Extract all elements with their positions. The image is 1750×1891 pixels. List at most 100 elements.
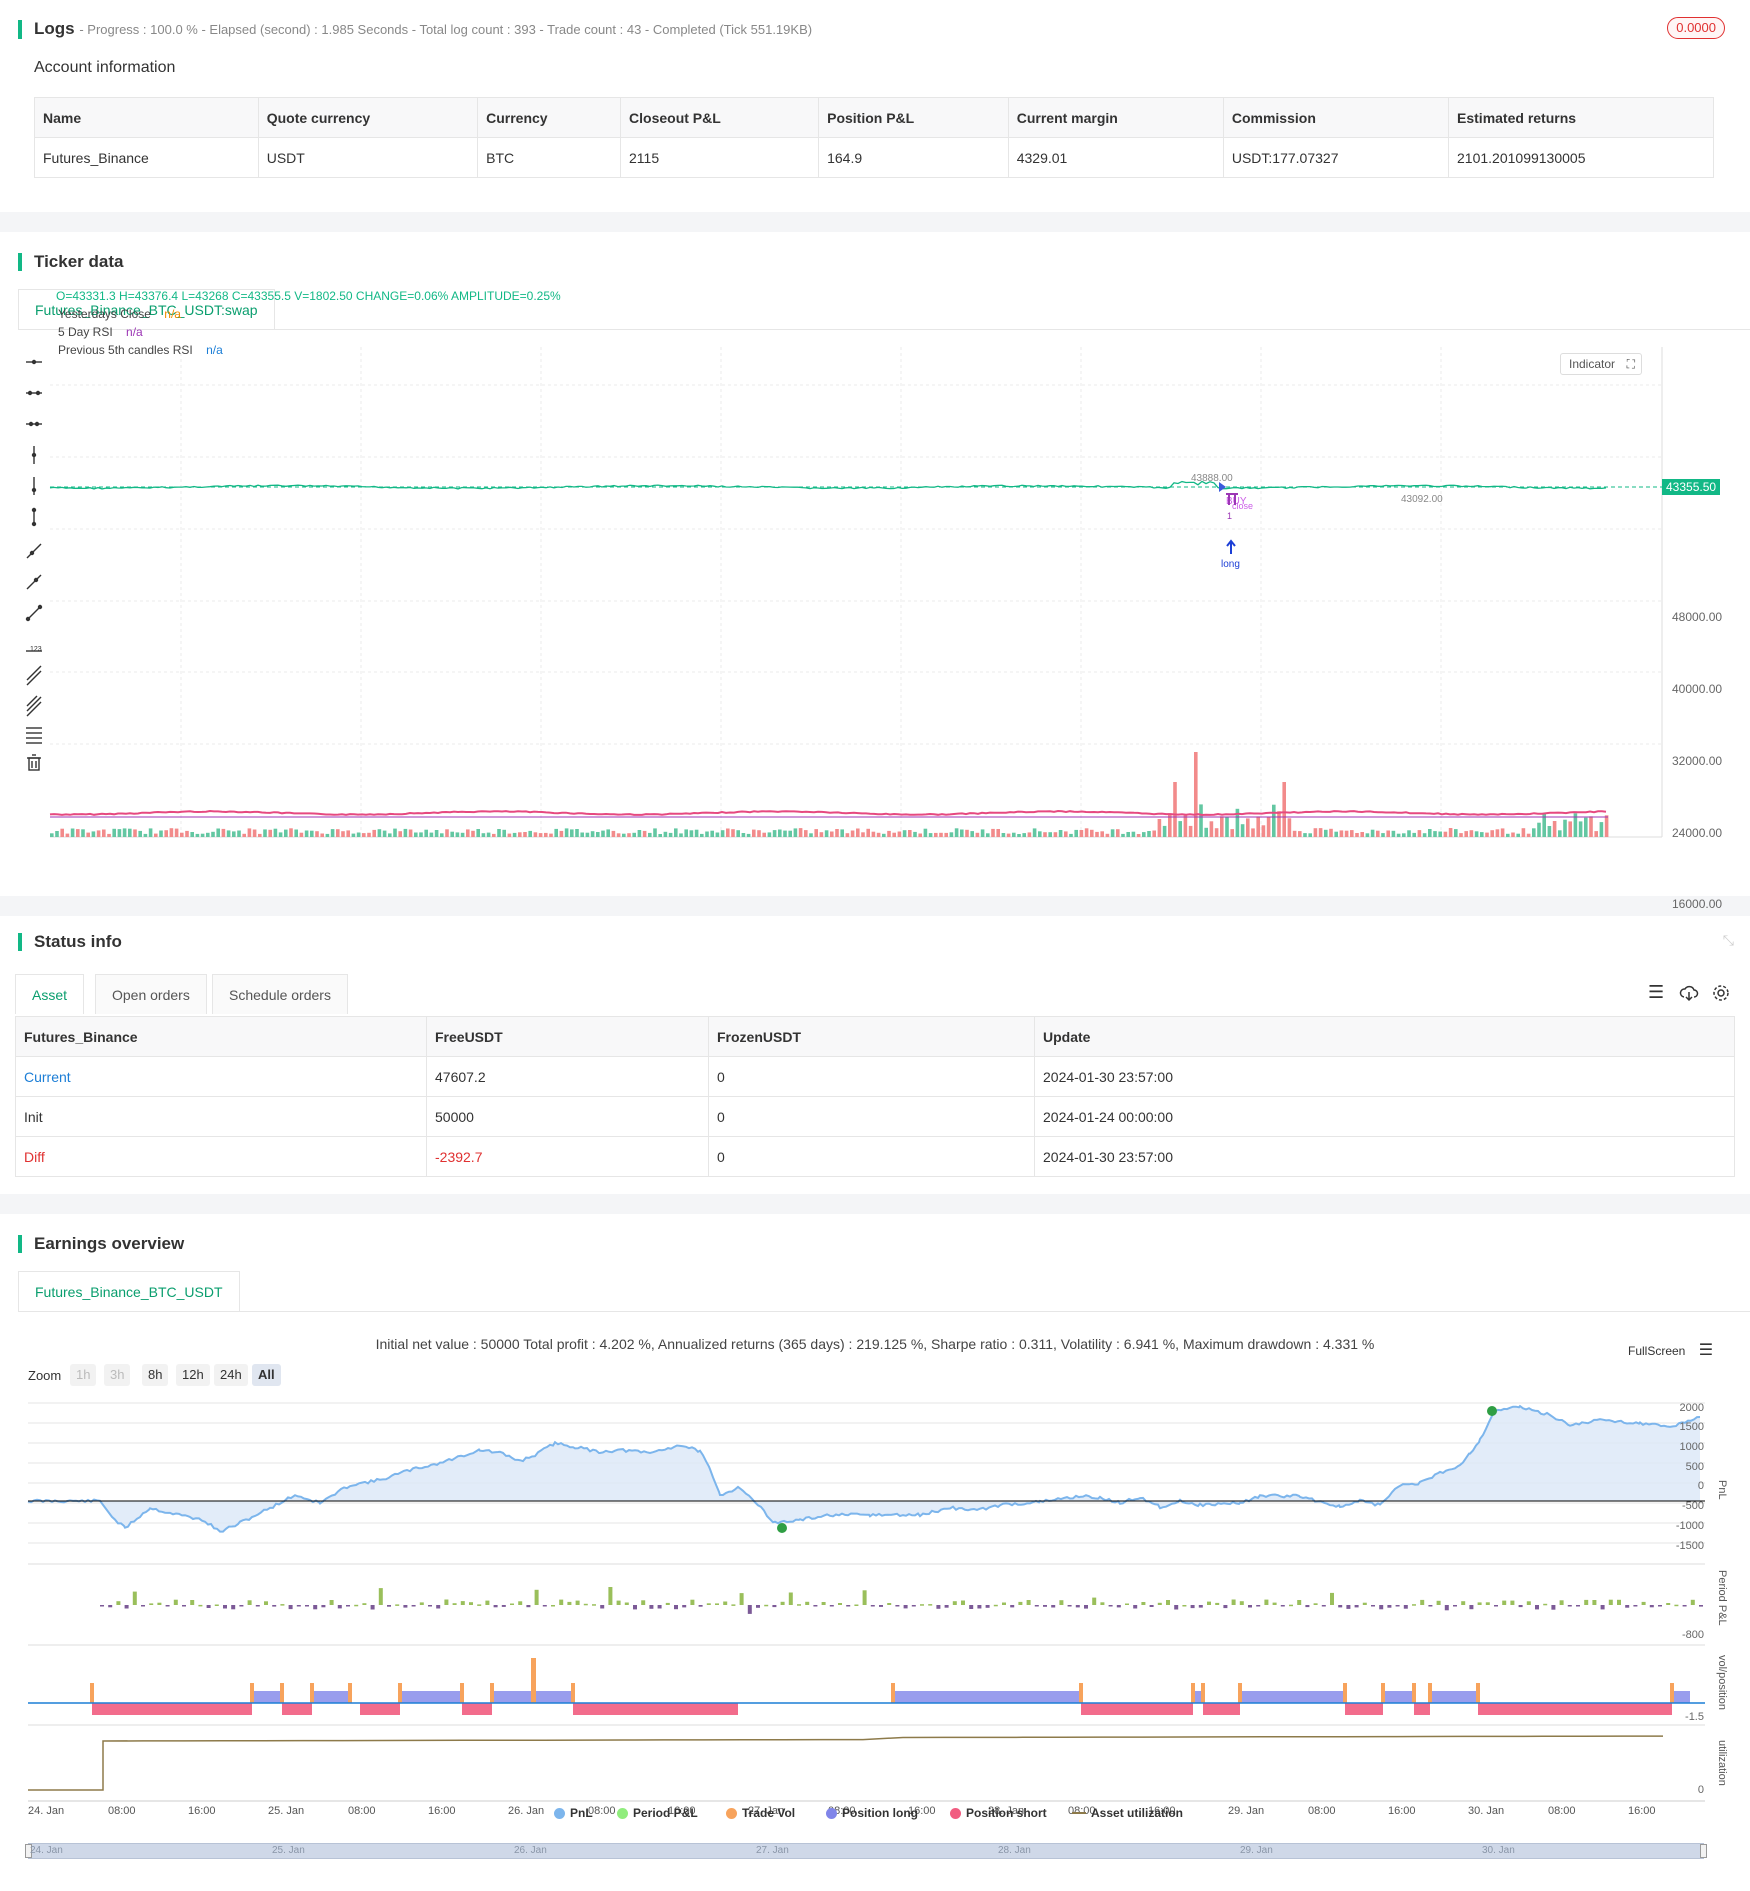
- cloud-download-icon[interactable]: [1679, 983, 1699, 1003]
- trade-vol-bar: [1428, 1683, 1432, 1703]
- volume-bar: [1500, 828, 1505, 837]
- volume-bar: [1230, 829, 1234, 837]
- period-pnl-bar: [264, 1601, 268, 1605]
- tab-open-orders[interactable]: Open orders: [95, 974, 207, 1014]
- period-pnl-bar: [255, 1605, 260, 1607]
- zoom-12h[interactable]: 12h: [176, 1364, 210, 1386]
- gear-icon[interactable]: [1711, 983, 1731, 1003]
- volume-bar: [242, 833, 246, 837]
- volume-bar: [1417, 830, 1422, 837]
- volume-bar: [1521, 828, 1526, 837]
- utilization-tick-label: 0: [1697, 1784, 1704, 1796]
- volume-bar: [268, 829, 272, 837]
- period-pnl-bar: [1674, 1604, 1679, 1607]
- legend-item[interactable]: Position short: [950, 1806, 1047, 1820]
- period-pnl-bar: [879, 1605, 883, 1607]
- volume-bar: [1396, 833, 1401, 837]
- zoom-all[interactable]: All: [252, 1364, 281, 1386]
- tab-earnings-symbol[interactable]: Futures_Binance_BTC_USDT: [18, 1271, 240, 1311]
- period-pnl-bar: [1592, 1600, 1597, 1605]
- legend-item[interactable]: Position long: [826, 1806, 918, 1820]
- navigator-handle-right[interactable]: [1700, 1844, 1707, 1858]
- volume-bar: [320, 833, 324, 837]
- volume-bar: [1334, 831, 1338, 837]
- period-pnl-bar: [1100, 1602, 1105, 1605]
- volume-bar: [216, 828, 220, 837]
- long-annotation: long: [1221, 559, 1240, 570]
- logs-panel: Logs - Progress : 100.0 % - Elapsed (sec…: [0, 0, 1750, 212]
- earnings-title: Earnings overview: [18, 1235, 184, 1253]
- period-pnl-bar: [583, 1603, 588, 1606]
- position-long-bar: [1383, 1691, 1414, 1703]
- volume-bar: [382, 830, 387, 837]
- fullscreen-button[interactable]: FullScreen ☰: [1628, 1340, 1713, 1360]
- volume-bar: [1568, 821, 1572, 837]
- legend-label: Period P&L: [633, 1806, 698, 1820]
- period-pnl-bar: [575, 1600, 580, 1605]
- volume-bar: [819, 832, 824, 837]
- volume-bar: [1292, 830, 1297, 837]
- period-pnl-bar: [1116, 1605, 1121, 1608]
- period-pnl-bar: [1354, 1605, 1359, 1608]
- legend-item[interactable]: Trade Vol: [726, 1806, 795, 1820]
- earn-x-tick-label: 24. Jan: [28, 1805, 65, 1817]
- earnings-chart[interactable]: [0, 1395, 1750, 1815]
- period-pnl-bar: [1084, 1605, 1088, 1609]
- period-pnl-bar: [854, 1604, 859, 1606]
- volume-bar: [107, 833, 111, 837]
- legend-item[interactable]: Asset utilization: [1072, 1806, 1183, 1820]
- zoom-3h[interactable]: 3h: [104, 1364, 131, 1386]
- asset-cell: 0: [708, 1096, 1035, 1137]
- period-pnl-bar: [1051, 1605, 1056, 1608]
- menu-icon[interactable]: ☰: [1699, 1342, 1713, 1359]
- collapse-icon[interactable]: ⤡: [1723, 932, 1734, 949]
- asset-col-header: Futures_Binance: [15, 1016, 427, 1057]
- volume-bar: [1511, 832, 1515, 837]
- volume-bar: [1188, 825, 1193, 837]
- volume-bar: [1261, 825, 1266, 837]
- volume-bar: [783, 830, 787, 837]
- chart-grid: [50, 347, 1662, 837]
- volume-bar: [1516, 833, 1520, 837]
- period-pnl-bar: [1567, 1605, 1572, 1607]
- max-pnl-marker: [1487, 1406, 1497, 1416]
- volume-bar: [1537, 822, 1541, 837]
- volume-bar: [445, 829, 449, 837]
- period-pnl-bar: [682, 1605, 687, 1608]
- period-pnl-bar: [747, 1605, 752, 1614]
- volume-bar: [1183, 815, 1188, 837]
- legend-label: 5 Day RSI: [58, 325, 113, 339]
- tab-asset[interactable]: Asset: [15, 974, 85, 1014]
- period-pnl-bar: [862, 1590, 867, 1605]
- tab-schedule-orders[interactable]: Schedule orders: [212, 974, 348, 1014]
- candlestick-chart[interactable]: 43888.00 43092.00 BUY close 1 long: [0, 347, 1710, 867]
- volume-bar: [1032, 828, 1037, 837]
- volume-bar: [700, 833, 704, 837]
- account-info-title: Account information: [34, 59, 176, 76]
- legend-item[interactable]: Period P&L: [617, 1806, 698, 1820]
- volume-bar: [1001, 833, 1006, 837]
- period-pnl-bar: [1018, 1601, 1023, 1605]
- volume-bar: [596, 832, 600, 837]
- period-pnl-bar: [231, 1605, 236, 1610]
- position-short-bar: [360, 1703, 400, 1715]
- account-col-header: Position P&L: [818, 97, 1009, 138]
- period-pnl-bar: [460, 1601, 465, 1605]
- zoom-24h[interactable]: 24h: [214, 1364, 248, 1386]
- volume-bar: [949, 832, 954, 837]
- volume-bar: [1454, 829, 1458, 837]
- period-pnl-bar: [1043, 1605, 1047, 1607]
- period-pnl-bar: [788, 1592, 793, 1605]
- volume-bar: [798, 828, 803, 837]
- earn-x-tick-label: 16:00: [428, 1805, 456, 1817]
- zoom-1h[interactable]: 1h: [70, 1364, 97, 1386]
- pnl-tick-label: 1500: [1679, 1421, 1704, 1433]
- ticker-panel: Ticker data Futures_Binance_BTC_USDT:swa…: [0, 232, 1750, 1089]
- period-pnl-bar: [1330, 1592, 1334, 1605]
- legend-item[interactable]: PnL: [554, 1806, 593, 1820]
- zoom-8h[interactable]: 8h: [142, 1364, 169, 1386]
- period-pnl-bar: [157, 1602, 162, 1605]
- list-icon[interactable]: ☰: [1648, 982, 1664, 1003]
- period-pnl-bar: [1658, 1605, 1662, 1607]
- navigator-tick-label: 26. Jan: [514, 1845, 547, 1856]
